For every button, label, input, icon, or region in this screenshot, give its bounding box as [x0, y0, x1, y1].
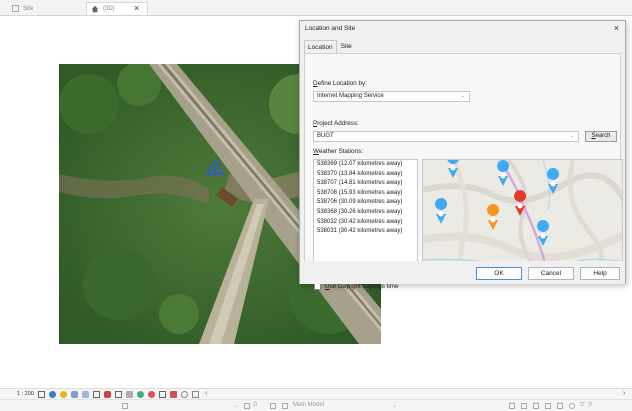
define-location-value: Internet Mapping Service: [317, 93, 384, 99]
cancel-button[interactable]: Cancel: [528, 267, 574, 280]
location-panel: Define Location by: Internet Mapping Ser…: [304, 53, 623, 290]
list-item[interactable]: 538031 (30.42 kilometres away): [314, 227, 417, 237]
dialog-title: Location and Site: [305, 25, 356, 32]
temp-view-properties-icon[interactable]: [192, 391, 199, 398]
worksets-icon[interactable]: [244, 403, 250, 409]
tab-site-view[interactable]: Site: [8, 2, 78, 15]
unlock-3d-icon[interactable]: [115, 391, 122, 398]
select-underlay-icon[interactable]: [521, 403, 527, 409]
app-window: Site {3D} × Location and Site × Location…: [0, 0, 632, 411]
ok-button[interactable]: OK: [476, 267, 522, 280]
close-tab-icon[interactable]: ×: [134, 3, 139, 13]
worksharing-icon[interactable]: [148, 391, 155, 398]
chevron-right-icon[interactable]: ›: [623, 390, 630, 398]
search-button[interactable]: Search: [585, 131, 617, 142]
tab-site[interactable]: Site: [337, 40, 356, 53]
visual-style-icon[interactable]: [49, 391, 56, 398]
dialog-tabs: Location Site: [304, 40, 356, 53]
select-pinned-icon[interactable]: [533, 403, 539, 409]
model-icon[interactable]: [282, 403, 288, 409]
dialog-close-icon[interactable]: ×: [614, 23, 619, 33]
filter-icon[interactable]: ▽: [580, 401, 585, 408]
list-item[interactable]: 538370 (13.84 kilometres away): [314, 170, 417, 180]
render-icon[interactable]: [82, 391, 89, 398]
project-address-label: Project Address:: [313, 120, 359, 127]
house-icon: [91, 5, 99, 13]
dialog-footer: [300, 261, 625, 284]
reveal-constraints-icon[interactable]: [181, 391, 188, 398]
sun-path-icon[interactable]: [60, 391, 67, 398]
scale-label[interactable]: 1 : 200: [17, 391, 34, 397]
status-bar: ⌄ :0 Main Model ⌄ ▽ :0: [0, 399, 632, 411]
plan-view-icon: [12, 5, 19, 12]
define-location-label: Define Location by:: [313, 80, 367, 87]
define-location-select[interactable]: Internet Mapping Service ⌄: [313, 91, 470, 102]
weather-stations-label: Weather Stations:: [313, 148, 363, 155]
shadows-icon[interactable]: [71, 391, 78, 398]
chevron-down-icon: ⌄: [569, 133, 574, 139]
select-links-icon[interactable]: [509, 403, 515, 409]
chevron-down-icon[interactable]: ⌄: [392, 402, 397, 409]
tab-3d-label: {3D}: [103, 6, 115, 12]
daylight-savings-checkbox[interactable]: [314, 283, 321, 290]
list-item[interactable]: 538706 (30.09 kilometres away): [314, 198, 417, 208]
drag-elements-icon[interactable]: [557, 403, 563, 409]
reveal-hidden-icon[interactable]: [137, 391, 144, 398]
tab-location[interactable]: Location: [304, 40, 337, 53]
list-item[interactable]: 538708 (15.93 kilometres away): [314, 189, 417, 199]
editable-only-icon[interactable]: [122, 403, 128, 409]
selection-count: :0: [587, 402, 593, 408]
daylight-savings-checkbox-row[interactable]: Use Daylight Savings time: [314, 283, 399, 290]
temporary-hide-icon[interactable]: [126, 391, 133, 398]
detail-level-icon[interactable]: [38, 391, 45, 398]
daylight-savings-label: Use Daylight Savings time: [325, 283, 399, 290]
project-address-input[interactable]: BUGT ⌄: [313, 131, 579, 142]
list-item[interactable]: 538707 (14.81 kilometres away): [314, 179, 417, 189]
tab-site-label: Site: [23, 5, 34, 12]
list-item[interactable]: 538369 (12.07 kilometres away): [314, 160, 417, 170]
chevron-down-icon: ⌄: [460, 93, 465, 99]
help-button[interactable]: Help: [580, 267, 620, 280]
project-address-value: BUGT: [317, 133, 334, 139]
chevron-left-icon[interactable]: ‹: [205, 390, 212, 398]
analytical-model-icon[interactable]: [159, 391, 166, 398]
list-item[interactable]: 538032 (30.42 kilometres away): [314, 218, 417, 228]
select-by-face-icon[interactable]: [545, 403, 551, 409]
design-options-icon[interactable]: [270, 403, 276, 409]
list-item[interactable]: 538368 (30.26 kilometres away): [314, 208, 417, 218]
chevron-down-icon[interactable]: ⌄: [234, 402, 239, 409]
crop-view-icon[interactable]: [93, 391, 100, 398]
show-crop-icon[interactable]: [104, 391, 111, 398]
background-process-icon[interactable]: [569, 403, 575, 409]
highlight-displacement-icon[interactable]: [170, 391, 177, 398]
workset-zero-left: :0: [252, 402, 258, 408]
location-site-dialog: Location and Site × Location Site Define…: [299, 20, 626, 290]
active-model-label[interactable]: Main Model: [293, 402, 324, 408]
view-tab-bar: Site {3D} ×: [0, 0, 632, 16]
view-control-bar: 1 : 200 ‹ ›: [0, 388, 632, 399]
